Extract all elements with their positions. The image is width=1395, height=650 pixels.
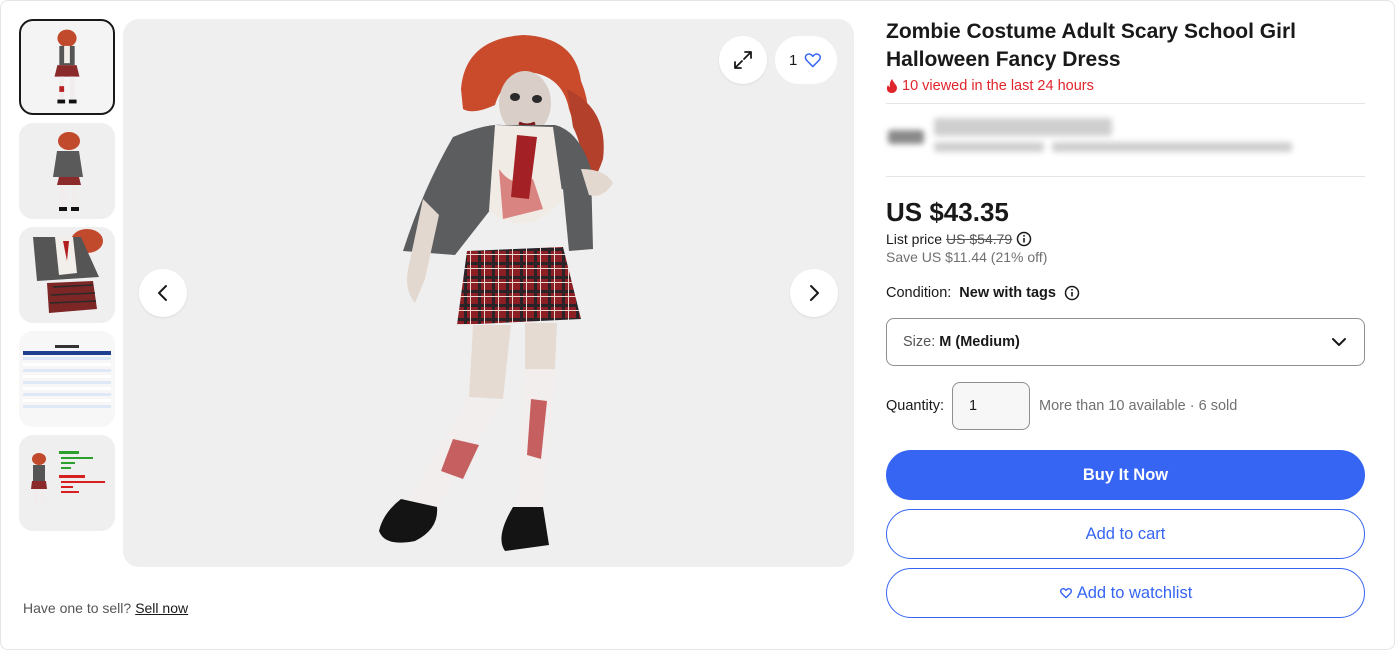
list-price-label: List price	[886, 231, 943, 247]
viewed-text: 10 viewed in the last 24 hours	[902, 78, 1094, 94]
thumbnail-4[interactable]	[19, 331, 115, 427]
expand-icon	[734, 51, 752, 69]
item-details-panel: Zombie Costume Adult Scary School Girl H…	[886, 18, 1365, 618]
quantity-row: Quantity: 1 More than 10 available · 6 s…	[886, 382, 1365, 430]
info-icon[interactable]	[1064, 285, 1080, 301]
size-select-text: Size: M (Medium)	[903, 334, 1020, 350]
add-to-watchlist-label: Add to watchlist	[1076, 583, 1193, 602]
buy-it-now-button[interactable]: Buy It Now	[886, 450, 1365, 500]
size-label: Size:	[903, 334, 936, 350]
fire-icon	[886, 79, 897, 93]
chevron-right-icon	[810, 285, 819, 301]
thumbnail-5-image	[31, 451, 105, 503]
thumbnail-5[interactable]	[19, 435, 115, 531]
thumbnail-1-image	[54, 29, 80, 104]
availability-text: More than 10 available · 6 sold	[1039, 398, 1238, 414]
list-price-value: US $54.79	[946, 231, 1013, 247]
condition-value: New with tags	[959, 285, 1056, 301]
divider	[886, 176, 1365, 177]
thumbnail-2-image	[53, 132, 83, 211]
chevron-down-icon	[1332, 338, 1346, 346]
seller-name-redacted	[934, 118, 1112, 136]
heart-icon	[804, 53, 822, 68]
viewed-indicator: 10 viewed in the last 24 hours	[886, 78, 1365, 94]
quantity-label: Quantity:	[886, 398, 945, 414]
add-to-watchlist-button[interactable]: Add to watchlist	[886, 568, 1365, 618]
thumbnail-3[interactable]	[19, 227, 115, 323]
seller-info-redacted	[886, 104, 1365, 176]
previous-image-button[interactable]	[139, 269, 187, 317]
next-image-button[interactable]	[790, 269, 838, 317]
size-value: M (Medium)	[939, 334, 1020, 350]
watch-count-button[interactable]: 1	[775, 36, 837, 84]
size-select[interactable]: Size: M (Medium)	[886, 318, 1365, 366]
thumbnail-4-image	[19, 331, 115, 427]
watch-count: 1	[789, 51, 798, 69]
condition-label: Condition:	[886, 285, 952, 301]
main-image-container: 1	[123, 19, 854, 567]
sell-now-link[interactable]: Sell now	[135, 600, 188, 616]
item-price: US $43.35	[886, 197, 1009, 227]
thumbnail-3-image	[33, 229, 103, 313]
seller-avatar-redacted	[888, 130, 924, 144]
sell-prompt: Have one to sell? Sell now	[23, 600, 188, 616]
thumbnail-1[interactable]	[19, 19, 115, 115]
chevron-left-icon	[158, 285, 167, 301]
expand-button[interactable]	[719, 36, 767, 84]
add-to-cart-button[interactable]: Add to cart	[886, 509, 1365, 559]
quantity-input[interactable]: 1	[952, 382, 1031, 430]
item-title: Zombie Costume Adult Scary School Girl H…	[886, 20, 1296, 71]
product-main-image	[379, 35, 613, 551]
seller-links-redacted	[1052, 142, 1292, 152]
thumbnail-2[interactable]	[19, 123, 115, 219]
sell-prompt-text: Have one to sell?	[23, 600, 132, 616]
info-icon[interactable]	[1016, 231, 1032, 247]
seller-feedback-redacted	[934, 142, 1044, 152]
heart-icon	[1059, 587, 1072, 599]
list-price: List price US $54.79	[886, 231, 1365, 247]
savings-text: Save US $11.44 (21% off)	[886, 249, 1048, 265]
condition-row: Condition: New with tags	[886, 285, 1365, 301]
